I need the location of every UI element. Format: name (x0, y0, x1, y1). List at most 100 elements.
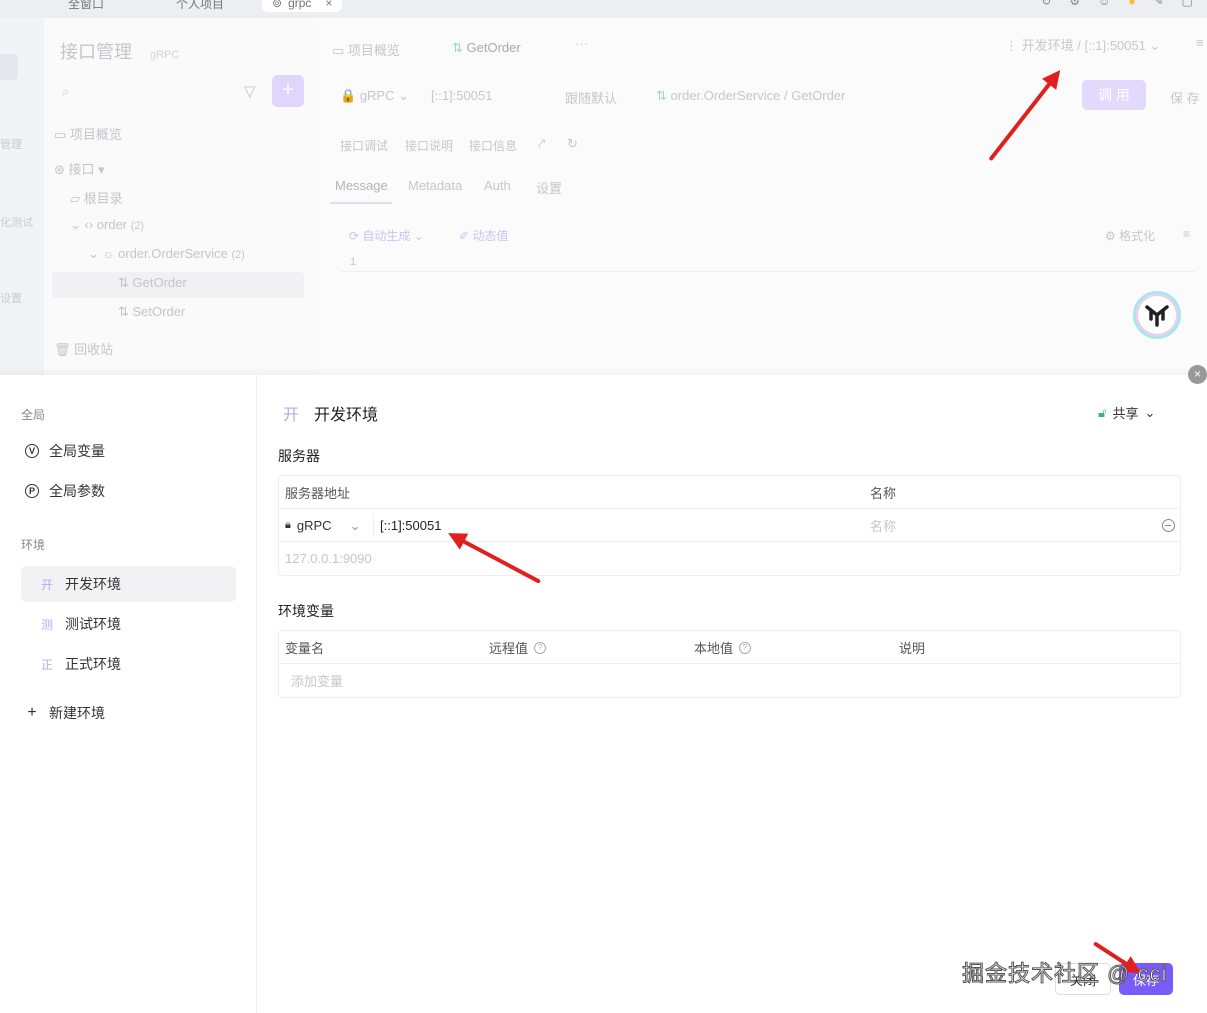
help-icon[interactable]: ? (739, 641, 752, 654)
table-header: 变量名 远程值? 本地值? 说明 (279, 631, 1180, 664)
protocol-select[interactable]: 🔒︎ gRPC ⌄ (285, 509, 360, 542)
tree-item-overview[interactable]: ▭ 项目概览 (54, 124, 122, 143)
server-name-input[interactable]: 名称 (870, 509, 896, 542)
variables-table: 变量名 远程值? 本地值? 说明 添加变量 (278, 630, 1181, 698)
env-settings-modal: 全局 V 全局变量 P 全局参数 环境 开 开发环境 测 测试环境 正 正式环境… (0, 375, 1207, 1013)
refresh-icon[interactable]: ↻ (1041, 0, 1051, 8)
format-button[interactable]: ⚙ 格式化 (1105, 227, 1155, 244)
nav-env-dev[interactable]: 开 开发环境 (21, 566, 236, 602)
top-tab-strip: 全窗口 个人项目 ⊚ grpc × ↻ ⚙ ☺ ● ✎ ▢ (0, 0, 1207, 18)
col-name: 名称 (870, 486, 897, 501)
tree-item-recycle[interactable]: 🗑 回收站 (54, 339, 113, 358)
env-content: 开 开发环境 🔓︎ 共享 ⌄ 服务器 服务器地址 名称 🔒︎ gRPC ⌄ [:… (278, 375, 1181, 1013)
link-icon[interactable]: ⤤ (538, 136, 545, 152)
tab-label: 个人项目 (176, 0, 225, 11)
share-dropdown[interactable]: 🔓︎ 共享 ⌄ (1098, 403, 1155, 422)
rail-item-settings[interactable]: 设置 (0, 290, 22, 306)
sync-icon[interactable]: ↻ (567, 136, 578, 152)
tree-item-order[interactable]: ⌄ ‹› order (2) (70, 217, 144, 233)
follow-default[interactable]: 跟随默认 (565, 88, 617, 107)
add-button[interactable]: + (272, 75, 304, 107)
save-button-bg[interactable]: 保 存 (1170, 88, 1200, 107)
nav-label: 正式环境 (65, 656, 121, 672)
tab-getorder[interactable]: ⇅ GetOrder (452, 40, 521, 56)
env-badge: 正 (40, 657, 53, 672)
help-icon[interactable]: ? (534, 641, 547, 654)
nav-global-params[interactable]: P 全局参数 (21, 473, 236, 509)
rail-logo (0, 54, 18, 80)
tree-item-setorder[interactable]: ⇅ SetOrder (118, 304, 185, 320)
table-row: 🔒︎ gRPC ⌄ [::1]:50051 名称 (279, 509, 1180, 542)
col-var-name: 变量名 (285, 641, 325, 656)
subtab-info[interactable]: 接口信息 (469, 137, 517, 154)
search-icon[interactable]: ⌕ (62, 84, 69, 100)
server-address-input[interactable]: [::1]:50051 (380, 509, 441, 542)
tab-close-icon[interactable]: × (325, 0, 332, 10)
env-badge: 开 (282, 407, 299, 424)
tree-item-api[interactable]: ⊛ 接口 ▾ (54, 159, 105, 178)
env-name[interactable]: 开发环境 (314, 401, 378, 425)
section-env: 环境 (21, 538, 46, 552)
variables-heading: 环境变量 (278, 603, 334, 619)
wrap-icon[interactable]: ≡ (1183, 227, 1190, 241)
tab-grpc[interactable]: ⊚ grpc × (262, 0, 343, 12)
assistant-logo-icon[interactable] (1133, 291, 1181, 339)
param-icon: P (25, 484, 39, 498)
dynamic-value[interactable]: ✐ 动态值 (459, 227, 508, 244)
protocol-select[interactable]: 🔒 gRPC ⌄ (340, 88, 409, 104)
nav-label: 全局参数 (49, 483, 105, 499)
server-heading: 服务器 (278, 448, 320, 464)
tree-subtitle: gRPC (150, 49, 180, 61)
add-variable-input[interactable]: 添加变量 (291, 664, 343, 697)
tab-settings[interactable]: 设置 (536, 178, 562, 197)
auto-generate[interactable]: ⟳ 自动生成 ⌄ (349, 227, 424, 244)
window-icon[interactable]: ▢ (1182, 0, 1193, 8)
code-editor[interactable] (340, 252, 1196, 272)
table-row-new: 127.0.0.1:9090 (279, 542, 1180, 575)
subtab-debug[interactable]: 接口调试 (340, 137, 388, 154)
plus-icon: + (27, 704, 37, 721)
tree-item-orderservice[interactable]: ⌄ ☼ order.OrderService (2) (88, 246, 245, 262)
settings-icon[interactable]: ⚙ (1069, 0, 1080, 8)
tab-window[interactable]: 全窗口 (68, 0, 104, 12)
menu-icon[interactable]: ≡ (1196, 35, 1204, 50)
unlock-icon: 🔓︎ (1098, 404, 1107, 420)
table-row-new: 添加变量 (279, 664, 1180, 697)
filter-icon[interactable]: ▽ (244, 82, 256, 100)
tab-personal-project[interactable]: 个人项目 (176, 0, 224, 12)
tree-item-root[interactable]: ▱ 根目录 (70, 188, 123, 207)
subtab-doc[interactable]: 接口说明 (405, 137, 453, 154)
tab-metadata[interactable]: Metadata (408, 178, 462, 193)
nav-global-vars[interactable]: V 全局变量 (21, 433, 236, 469)
avatar[interactable]: ● (1128, 0, 1135, 8)
nav-env-prod[interactable]: 正 正式环境 (21, 646, 236, 682)
modal-close-icon[interactable]: × (1188, 365, 1207, 384)
table-header: 服务器地址 名称 (279, 476, 1180, 509)
col-address: 服务器地址 (285, 486, 351, 501)
env-selector[interactable]: ⋮ 开发环境 / [::1]:50051 ⌄ (1005, 35, 1160, 54)
tree-item-getorder[interactable]: ⇅ GetOrder (118, 275, 187, 291)
tree-title: 接口管理 gRPC (60, 42, 180, 62)
server-table: 服务器地址 名称 🔒︎ gRPC ⌄ [::1]:50051 名称 127.0.… (278, 475, 1181, 576)
divider (373, 515, 374, 536)
active-tab-underline (330, 202, 392, 204)
tab-message[interactable]: Message (335, 178, 388, 193)
new-server-input[interactable]: 127.0.0.1:9090 (285, 542, 372, 575)
rail-item-test[interactable]: 化测试 (0, 214, 33, 230)
rail-item-manage[interactable]: 管理 (0, 136, 22, 152)
more-icon[interactable]: ··· (575, 36, 588, 51)
tab-label: 全窗口 (68, 0, 105, 11)
tab-auth[interactable]: Auth (484, 178, 511, 193)
pin-icon[interactable]: ✎ (1154, 0, 1164, 8)
remove-row-button[interactable] (1162, 509, 1175, 542)
nav-env-test[interactable]: 测 测试环境 (21, 606, 236, 642)
tab-overview[interactable]: ▭ 项目概览 (332, 40, 400, 59)
nav-label: 开发环境 (65, 576, 121, 592)
section-global: 全局 (21, 408, 46, 422)
robot-icon[interactable]: ☺ (1098, 0, 1110, 8)
nav-label: 全局变量 (49, 443, 105, 459)
new-env-button[interactable]: + 新建环境 (21, 695, 236, 731)
variable-icon: V (25, 444, 39, 458)
address-field[interactable]: [::1]:50051 (431, 88, 492, 103)
call-button[interactable]: 调 用 (1082, 80, 1146, 110)
